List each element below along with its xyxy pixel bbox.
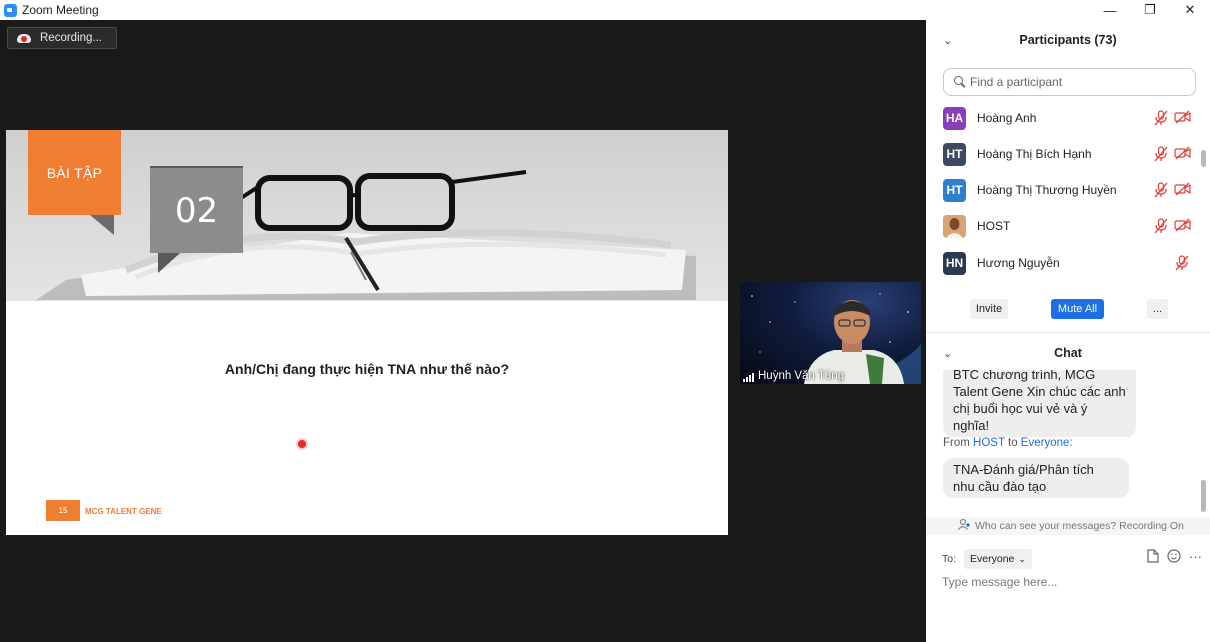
participant-video[interactable]: Huỳnh Văn Tùng bbox=[740, 282, 921, 384]
close-button[interactable]: ✕ bbox=[1170, 0, 1210, 20]
maximize-button[interactable]: ❐ bbox=[1130, 0, 1170, 20]
participant-actions: Invite Mute All ... bbox=[926, 299, 1210, 321]
participant-name: Hương Nguyễn bbox=[977, 256, 1060, 270]
video-off-icon bbox=[1174, 146, 1191, 165]
search-placeholder: Find a participant bbox=[970, 75, 1063, 89]
search-icon bbox=[954, 76, 966, 88]
participant-row[interactable]: HOST bbox=[926, 208, 1210, 244]
window-title: Zoom Meeting bbox=[22, 3, 99, 17]
chat-title: Chat bbox=[1054, 346, 1082, 360]
chat-visibility-notice[interactable]: Who can see your messages? Recording On bbox=[926, 517, 1210, 535]
participants-header: ⌄ Participants (73) bbox=[926, 20, 1210, 60]
signal-strength-icon bbox=[743, 372, 755, 382]
file-icon[interactable] bbox=[1147, 549, 1159, 566]
mic-muted-icon bbox=[1154, 146, 1168, 167]
avatar: HN bbox=[943, 251, 966, 275]
participant-name: Hoàng Thị Thương Huyền bbox=[977, 183, 1117, 197]
participant-search-input[interactable]: Find a participant bbox=[943, 68, 1196, 96]
chat-messages: BTC chương trình, MCG Talent Gene Xin ch… bbox=[926, 370, 1210, 512]
chat-message-meta: From HOST to Everyone: bbox=[943, 437, 1073, 449]
recipient-value: Everyone bbox=[970, 553, 1015, 565]
meeting-stage: Recording... BÀI TẬP 02 Anh/Chị đang thự… bbox=[0, 20, 926, 642]
slide-brand: MCG TALENT GENE bbox=[85, 507, 162, 516]
from-mid: to bbox=[1008, 437, 1018, 449]
chat-tools: ··· bbox=[1147, 549, 1202, 566]
participant-row[interactable]: HT Hoàng Thị Bích Hạnh bbox=[926, 136, 1210, 172]
laser-pointer-dot bbox=[298, 440, 306, 448]
panel-divider bbox=[926, 332, 1210, 333]
badge-tail-shape bbox=[90, 215, 114, 235]
mic-muted-icon bbox=[1154, 218, 1168, 239]
from-prefix: From bbox=[943, 437, 970, 449]
window-controls: — ❐ ✕ bbox=[1090, 0, 1210, 20]
sender-link[interactable]: HOST bbox=[973, 437, 1005, 449]
more-options-button[interactable]: ... bbox=[1147, 299, 1168, 319]
mic-muted-icon bbox=[1175, 255, 1189, 276]
recording-label: Recording... bbox=[40, 32, 103, 44]
participant-video-name: Huỳnh Văn Tùng bbox=[743, 370, 844, 382]
avatar: HT bbox=[943, 142, 966, 166]
participant-list: HA Hoàng Anh HT Hoàng Thị Bích Hạnh HT Hoàng … bbox=[926, 100, 1210, 290]
avatar: HT bbox=[943, 178, 966, 202]
emoji-icon[interactable] bbox=[1167, 549, 1181, 566]
title-bar: Zoom Meeting — ❐ ✕ bbox=[0, 0, 1210, 20]
mute-all-button[interactable]: Mute All bbox=[1051, 299, 1104, 319]
mic-muted-icon bbox=[1154, 110, 1168, 131]
recording-indicator[interactable]: Recording... bbox=[7, 27, 117, 49]
chat-header: ⌄ Chat bbox=[926, 338, 1210, 368]
chat-recipient-row: To: Everyone ⌄ ··· bbox=[942, 548, 1202, 570]
slide-number-badge: 02 bbox=[150, 166, 243, 253]
participant-name: HOST bbox=[977, 219, 1011, 233]
chevron-down-icon: ⌄ bbox=[1018, 553, 1026, 564]
mic-muted-icon bbox=[1154, 182, 1168, 203]
recipient-select[interactable]: Everyone ⌄ bbox=[964, 549, 1032, 569]
video-off-icon bbox=[1174, 218, 1191, 237]
avatar: HA bbox=[943, 106, 966, 130]
shared-screen-slide: BÀI TẬP 02 Anh/Chị đang thực hiện TNA nh… bbox=[6, 130, 728, 535]
chevron-down-icon[interactable]: ⌄ bbox=[943, 347, 952, 360]
number-badge-tail bbox=[158, 253, 180, 273]
chat-message-input[interactable]: Type message here... bbox=[942, 575, 1057, 589]
more-icon[interactable]: ··· bbox=[1189, 549, 1202, 566]
chevron-down-icon[interactable]: ⌄ bbox=[943, 34, 952, 47]
chat-scrollbar[interactable] bbox=[1201, 480, 1206, 512]
notice-text: Who can see your messages? Recording On bbox=[975, 520, 1184, 532]
video-off-icon bbox=[1174, 110, 1191, 129]
participant-name: Hoàng Anh bbox=[977, 111, 1037, 125]
to-label: To: bbox=[942, 553, 957, 565]
invite-button[interactable]: Invite bbox=[970, 299, 1008, 319]
avatar bbox=[943, 214, 966, 238]
chat-message: BTC chương trình, MCG Talent Gene Xin ch… bbox=[943, 370, 1136, 437]
participant-name: Hoàng Thị Bích Hạnh bbox=[977, 147, 1092, 161]
participant-row[interactable]: HN Hương Nguyễn bbox=[926, 245, 1210, 281]
minimize-button[interactable]: — bbox=[1090, 0, 1130, 20]
participants-title: Participants (73) bbox=[1019, 33, 1117, 47]
slide-page-number: 15 bbox=[46, 500, 80, 521]
cloud-recording-icon bbox=[17, 32, 31, 44]
participant-list-scrollbar[interactable] bbox=[1201, 150, 1206, 167]
side-panel: ⌄ Participants (73) Find a participant H… bbox=[926, 20, 1210, 642]
participant-row[interactable]: HT Hoàng Thị Thương Huyền bbox=[926, 172, 1210, 208]
video-name-label: Huỳnh Văn Tùng bbox=[758, 370, 845, 382]
slide-badge: BÀI TẬP bbox=[28, 130, 121, 215]
participant-row[interactable]: HA Hoàng Anh bbox=[926, 100, 1210, 136]
slide-question: Anh/Chị đang thực hiện TNA như thế nào? bbox=[224, 361, 510, 377]
recipient-link[interactable]: Everyone: bbox=[1021, 437, 1073, 449]
video-off-icon bbox=[1174, 182, 1191, 201]
person-icon bbox=[958, 518, 970, 533]
zoom-app-icon bbox=[4, 3, 17, 17]
chat-message: TNA-Đánh giá/Phân tích nhu cầu đào tạo bbox=[943, 458, 1129, 498]
